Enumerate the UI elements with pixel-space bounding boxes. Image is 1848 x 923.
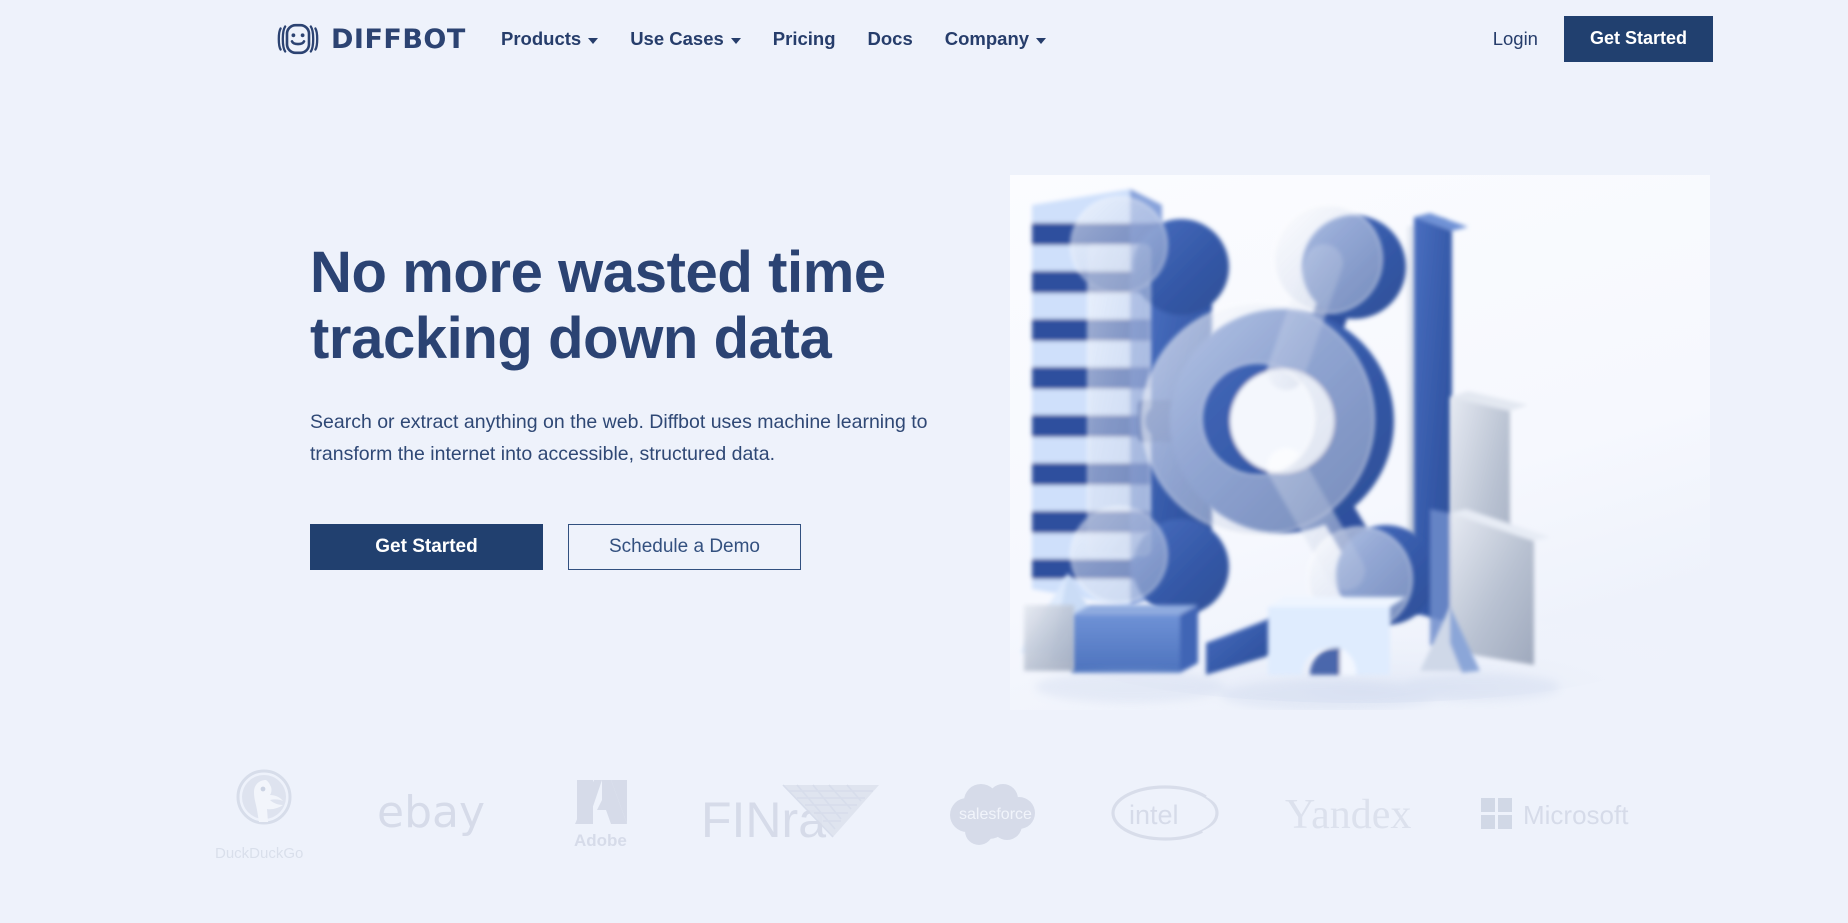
- logo-microsoft: Microsoft: [1481, 774, 1633, 852]
- login-link[interactable]: Login: [1489, 22, 1542, 56]
- logo-yandex: Yandex: [1285, 774, 1417, 852]
- nav-label: Company: [944, 28, 1030, 49]
- logo-finra: FINra: [701, 774, 881, 852]
- hero-cta-group: Get Started Schedule a Demo: [310, 524, 990, 571]
- svg-text:Microsoft: Microsoft: [1523, 800, 1629, 830]
- brand-wordmark: DIFFBOT: [331, 23, 466, 55]
- hero-section: No more wasted time tracking down data S…: [310, 240, 990, 571]
- nav-item-docs[interactable]: Docs: [852, 20, 929, 58]
- adobe-logo-icon: Adobe: [567, 776, 637, 850]
- svg-text:intel: intel: [1129, 800, 1179, 830]
- primary-nav-links: Products Use Cases Pricing Docs Company: [485, 20, 1062, 58]
- svg-text:DuckDuckGo: DuckDuckGo: [215, 845, 303, 862]
- duckduckgo-logo-icon: [225, 764, 303, 842]
- nav-item-company[interactable]: Company: [929, 20, 1062, 58]
- svg-text:Yandex: Yandex: [1285, 792, 1411, 838]
- hero-headline: No more wasted time tracking down data: [310, 240, 990, 371]
- ebay-logo-icon: ebay: [377, 787, 503, 839]
- logo-salesforce: salesforce: [945, 774, 1045, 852]
- svg-text:salesforce: salesforce: [959, 806, 1032, 823]
- hero-subtitle: Search or extract anything on the web. D…: [310, 411, 928, 465]
- nav-label: Pricing: [772, 28, 836, 49]
- hero-get-started-button[interactable]: Get Started: [310, 524, 543, 571]
- nav-label: Docs: [867, 28, 913, 49]
- logo-ebay: ebay: [377, 774, 503, 852]
- nav-item-use-cases[interactable]: Use Cases: [614, 20, 757, 58]
- chevron-down-icon: [588, 37, 599, 44]
- main-navbar: DIFFBOT Products Use Cases Pricing Docs …: [0, 0, 1848, 78]
- microsoft-logo-icon: Microsoft: [1481, 792, 1633, 834]
- logo-duckduckgo: DuckDuckGo: [215, 769, 313, 862]
- nav-label: Use Cases: [630, 28, 724, 49]
- customer-logo-strip: DuckDuckGo ebay Adobe FINra salesforce i…: [0, 760, 1848, 865]
- navbar-get-started-button[interactable]: Get Started: [1563, 16, 1713, 62]
- finra-logo-icon: FINra: [701, 775, 881, 851]
- hero-headline-line-2: tracking down data: [310, 305, 832, 371]
- navbar-actions: Login Get Started: [1489, 16, 1713, 62]
- hero-illustration: [1010, 175, 1710, 710]
- svg-text:ebay: ebay: [377, 787, 485, 838]
- svg-text:Adobe: Adobe: [574, 831, 627, 850]
- intel-logo-icon: intel: [1109, 781, 1221, 845]
- diffbot-robot-logo-icon: [275, 20, 321, 58]
- yandex-logo-icon: Yandex: [1285, 785, 1417, 841]
- duckduckgo-wordmark: DuckDuckGo: [215, 844, 313, 862]
- chevron-down-icon: [730, 37, 741, 44]
- nav-item-products[interactable]: Products: [485, 20, 614, 58]
- brand-home-link[interactable]: DIFFBOT: [275, 20, 466, 58]
- hero-headline-line-1: No more wasted time: [310, 240, 886, 305]
- hero-schedule-demo-button[interactable]: Schedule a Demo: [568, 524, 801, 571]
- logo-adobe: Adobe: [567, 774, 637, 852]
- nav-item-pricing[interactable]: Pricing: [757, 20, 852, 58]
- chevron-down-icon: [1036, 37, 1047, 44]
- salesforce-logo-icon: salesforce: [945, 777, 1045, 849]
- logo-intel: intel: [1109, 774, 1221, 852]
- nav-label: Products: [501, 28, 582, 49]
